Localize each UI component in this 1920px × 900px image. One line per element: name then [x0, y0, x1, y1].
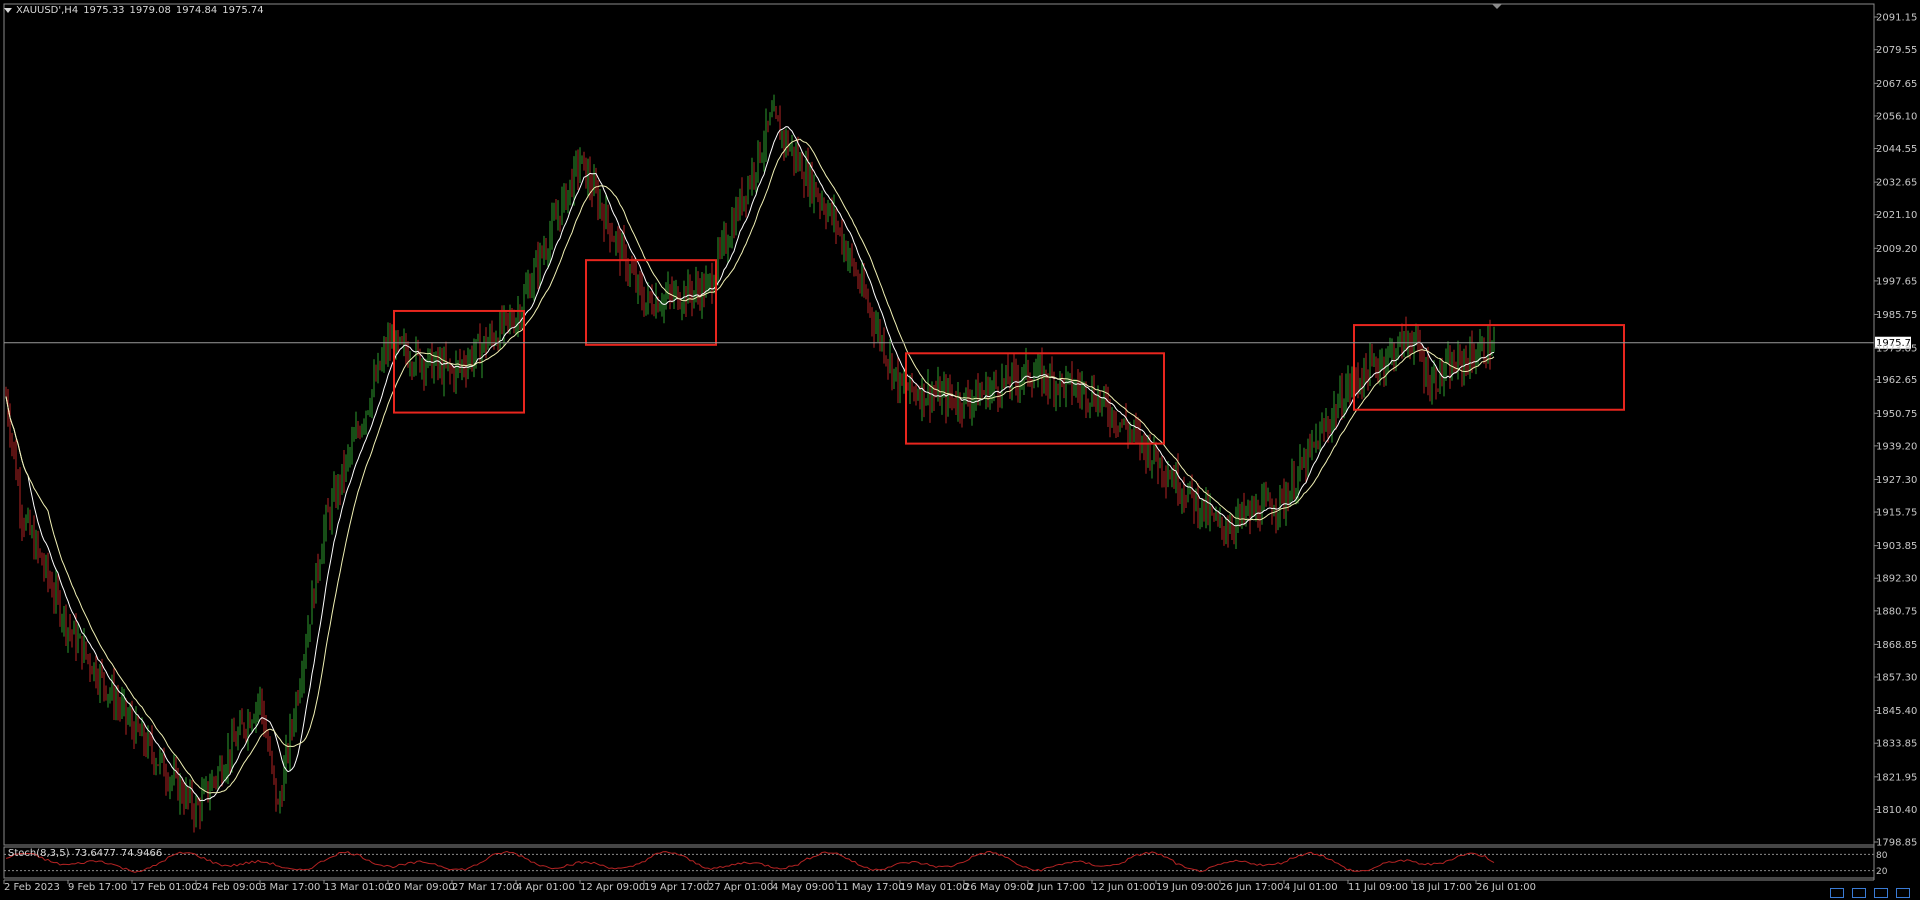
- price-tick-label: 1892.30: [1876, 574, 1917, 585]
- time-tick-label: 13 Mar 01:00: [324, 882, 391, 893]
- scroll-right-icon[interactable]: [1896, 888, 1910, 898]
- stoch-level-label: 20: [1876, 867, 1888, 877]
- price-tick-label: 2091.15: [1876, 13, 1917, 24]
- time-tick-label: 18 Jul 17:00: [1412, 882, 1472, 893]
- high-value: 1979.08: [129, 5, 171, 16]
- current-price-line: 1975.74: [4, 336, 1917, 349]
- window-corner-icons: [1830, 888, 1910, 898]
- time-tick-label: 26 May 09:00: [964, 882, 1033, 893]
- time-tick-label: 24 Feb 09:00: [196, 882, 262, 893]
- time-tick-label: 27 Mar 17:00: [452, 882, 519, 893]
- price-tick-label: 1950.75: [1876, 409, 1917, 420]
- time-tick-label: 2 Feb 2023: [4, 882, 60, 893]
- low-value: 1974.84: [175, 5, 218, 16]
- open-value: 1975.33: [83, 5, 125, 16]
- time-tick-label: 2 Jun 17:00: [1028, 882, 1085, 893]
- price-tick-label: 1939.20: [1876, 441, 1917, 452]
- price-tick-label: 2067.65: [1876, 79, 1917, 90]
- price-tick-label: 1985.75: [1876, 310, 1917, 321]
- price-tick-label: 1857.30: [1876, 673, 1917, 684]
- time-tick-label: 26 Jun 17:00: [1220, 882, 1284, 893]
- collapse-triangle-icon[interactable]: [4, 7, 12, 13]
- stoch-main-value: 73.6477: [74, 848, 116, 859]
- price-tick-label: 1833.85: [1876, 739, 1917, 750]
- price-tick-label: 2044.55: [1876, 144, 1917, 155]
- restore-window-icon[interactable]: [1874, 888, 1888, 898]
- time-tick-label: 27 Apr 01:00: [708, 882, 773, 893]
- tile-window-icon[interactable]: [1830, 888, 1844, 898]
- time-tick-label: 12 Jun 01:00: [1092, 882, 1156, 893]
- stoch-signal-value: 74.9466: [120, 848, 163, 859]
- main-panel-frame: [3, 3, 1875, 846]
- time-tick-label: 26 Jul 01:00: [1476, 882, 1536, 893]
- price-tick-label: 1845.40: [1876, 706, 1917, 717]
- time-axis: 2 Feb 2023 9 Feb 17:00 17 Feb 01:0024 Feb …: [3, 880, 1536, 893]
- time-tick-label: 19 Apr 17:00: [644, 882, 709, 893]
- symbol-label: XAUUSD',H4: [16, 5, 79, 16]
- price-tick-label: 1868.85: [1876, 640, 1917, 651]
- price-tick-label: 2021.10: [1876, 210, 1917, 221]
- price-tick-label: 1973.85: [1876, 344, 1917, 355]
- close-value: 1975.74: [222, 5, 264, 16]
- time-tick-label: 19 Jun 09:00: [1156, 882, 1220, 893]
- price-axis: 2091.15 2079.55 2067.65 2056.10 2044.55 2032.…: [1874, 13, 1917, 849]
- time-tick-label: 4 Jul 01:00: [1284, 882, 1338, 893]
- price-tick-label: 1810.40: [1876, 805, 1917, 816]
- price-tick-label: 1821.95: [1876, 772, 1917, 783]
- minimize-window-icon[interactable]: [1852, 888, 1866, 898]
- price-tick-label: 1915.75: [1876, 508, 1917, 519]
- moving-averages: [5, 126, 1495, 802]
- price-tick-label: 1798.85: [1876, 838, 1917, 849]
- ma-fast-line: [5, 126, 1495, 802]
- price-tick-label: 1880.75: [1876, 606, 1917, 617]
- price-tick-label: 1903.85: [1876, 541, 1917, 552]
- price-chart[interactable]: 1975.74 2091.15 2079.55 2067.65 2056.10 2044…: [0, 0, 1920, 900]
- time-tick-label: 12 Apr 09:00: [580, 882, 645, 893]
- price-tick-label: 2009.20: [1876, 244, 1917, 255]
- stoch-name: Stoch(8,3,5): [8, 848, 70, 859]
- range-boxes: [393, 259, 1625, 445]
- price-tick-label: 1962.65: [1876, 375, 1917, 386]
- chart-title-bar: XAUUSD',H4 1975.33 1979.08 1974.84 1975.74: [4, 5, 269, 16]
- price-tick-label: 2032.65: [1876, 178, 1917, 189]
- stoch-panel-frame: [3, 846, 1875, 879]
- time-tick-label: 11 May 17:00: [836, 882, 905, 893]
- price-tick-label: 2056.10: [1876, 111, 1917, 122]
- chart-window[interactable]: 1975.74 2091.15 2079.55 2067.65 2056.10 2044…: [0, 0, 1920, 900]
- range-box: [905, 352, 1165, 445]
- time-tick-label: 3 Mar 17:00: [260, 882, 320, 893]
- price-tick-label: 1927.30: [1876, 475, 1917, 486]
- stochastic-label: Stoch(8,3,5) 73.6477 74.9466: [8, 848, 167, 859]
- time-tick-label: 9 Feb 17:00: [68, 882, 127, 893]
- stoch-level-label: 80: [1876, 851, 1888, 861]
- time-tick-label: 19 May 01:00: [900, 882, 969, 893]
- time-tick-label: 20 Mar 09:00: [388, 882, 455, 893]
- candles-layer: [5, 94, 1495, 833]
- time-tick-label: 11 Jul 09:00: [1348, 882, 1408, 893]
- ma-slow-line: [5, 138, 1495, 794]
- price-tick-label: 2079.55: [1876, 45, 1917, 56]
- time-tick-label: 4 May 09:00: [772, 882, 834, 893]
- shift-marker-icon: [1492, 4, 1502, 9]
- price-tick-label: 1997.65: [1876, 276, 1917, 287]
- stochastic-panel: 80 20: [4, 850, 1888, 877]
- time-tick-label: 4 Apr 01:00: [516, 882, 575, 893]
- time-tick-label: 17 Feb 01:00: [132, 882, 198, 893]
